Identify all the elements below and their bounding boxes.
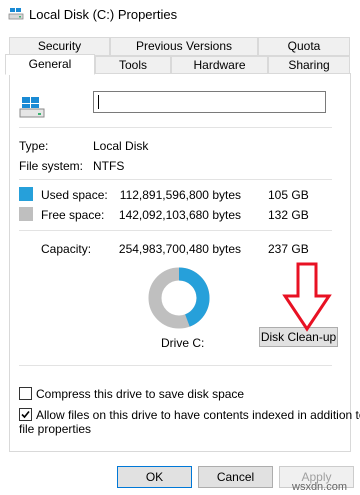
separator [19, 365, 332, 366]
used-space-size: 105 GB [268, 188, 309, 202]
used-space-bytes: 112,891,596,800 bytes [119, 188, 241, 202]
file-system-label: File system: [19, 159, 84, 173]
cancel-button[interactable]: Cancel [198, 466, 273, 488]
title-bar: Local Disk (C:) Properties [0, 0, 360, 30]
free-space-swatch [19, 207, 33, 221]
free-space-label: Free space: [41, 208, 105, 222]
type-value: Local Disk [93, 139, 149, 153]
tab-previous-versions[interactable]: Previous Versions [110, 37, 258, 56]
type-label: Type: [19, 139, 49, 153]
index-label-line1: Allow files on this drive to have conten… [36, 408, 360, 422]
tab-quota[interactable]: Quota [258, 37, 350, 56]
used-space-arc [178, 267, 210, 327]
watermark: wsxdn.com [292, 481, 348, 493]
capacity-bytes: 254,983,700,480 bytes [118, 242, 241, 256]
disk-usage-donut [148, 267, 210, 329]
separator [19, 230, 332, 231]
capacity-size: 237 GB [268, 242, 309, 256]
compress-label: Compress this drive to save disk space [36, 387, 245, 401]
capacity-label: Capacity: [41, 242, 92, 256]
drive-icon [8, 8, 24, 20]
text-cursor [98, 95, 99, 109]
separator [19, 179, 332, 180]
drive-label: Drive C: [161, 336, 205, 350]
tab-general[interactable]: General [5, 54, 95, 75]
drive-icon-large [19, 97, 45, 118]
used-space-label: Used space: [41, 188, 108, 202]
index-checkbox[interactable] [19, 408, 32, 421]
drive-name-input[interactable] [93, 91, 326, 113]
file-system-value: NTFS [93, 159, 125, 173]
index-label-line2: file properties [19, 422, 92, 436]
free-space-bytes: 142,092,103,680 bytes [118, 208, 241, 222]
red-arrow-annotation [282, 262, 332, 332]
window-title: Local Disk (C:) Properties [29, 7, 178, 22]
used-space-swatch [19, 187, 33, 201]
compress-checkbox[interactable] [19, 387, 32, 400]
separator [19, 127, 332, 128]
ok-button[interactable]: OK [117, 466, 192, 488]
checkmark-icon [21, 410, 30, 419]
free-space-size: 132 GB [268, 208, 309, 222]
